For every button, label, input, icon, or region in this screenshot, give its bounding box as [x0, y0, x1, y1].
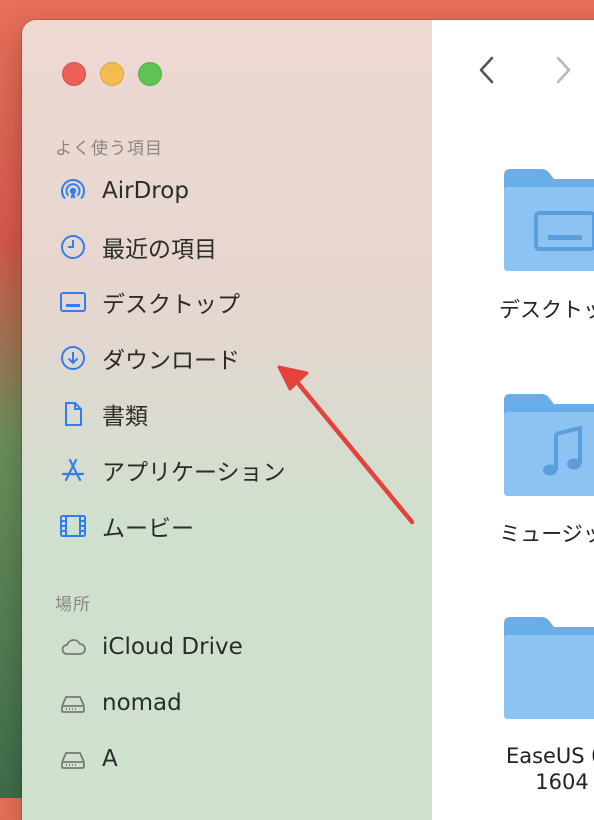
favorites-section-title: よく使う項目: [55, 139, 163, 159]
back-button[interactable]: [472, 50, 502, 90]
folder-label-desktop: デスクトップ: [499, 298, 594, 322]
sidebar-item-icloud-drive[interactable]: iCloud Drive: [58, 627, 243, 667]
sidebar-item-movies[interactable]: ムービー: [58, 506, 194, 546]
sidebar-item-label: ムービー: [102, 516, 194, 542]
sidebar-item-label: ダウンロード: [102, 348, 240, 374]
sidebar-item-recents[interactable]: 最近の項目: [58, 227, 217, 267]
folder-icon: [504, 617, 594, 719]
drive-icon: [58, 688, 88, 718]
folder-label-line: 1604: [535, 770, 589, 794]
desktop-icon: [58, 287, 88, 317]
close-button[interactable]: [62, 62, 86, 86]
sidebar-item-desktop[interactable]: デスクトップ: [58, 282, 240, 322]
airdrop-icon: [58, 176, 88, 206]
forward-button[interactable]: [548, 50, 578, 90]
sidebar-item-documents[interactable]: 書類: [58, 394, 148, 434]
desktop-folder-icon: [504, 169, 594, 271]
window-controls: [62, 62, 162, 86]
minimize-button[interactable]: [100, 62, 124, 86]
content-area: デスクトップ ミュージック EaseUS 03 1604: [432, 20, 594, 820]
sidebar-item-a[interactable]: A: [58, 739, 118, 779]
document-icon: [58, 399, 88, 429]
sidebar-item-applications[interactable]: アプリケーション: [58, 450, 286, 490]
drive-icon: [58, 744, 88, 774]
sidebar-item-label: 書類: [102, 404, 148, 430]
sidebar-item-label: 最近の項目: [102, 237, 217, 263]
sidebar-item-label: アプリケーション: [102, 460, 286, 486]
music-folder-icon: [504, 394, 594, 496]
zoom-button[interactable]: [138, 62, 162, 86]
folder-desktop[interactable]: [500, 165, 594, 275]
folder-music[interactable]: [500, 390, 594, 500]
applications-icon: [58, 455, 88, 485]
locations-section-title: 場所: [55, 595, 91, 615]
chevron-right-icon: [556, 56, 571, 84]
sidebar-item-label: デスクトップ: [102, 292, 240, 318]
download-icon: [58, 343, 88, 373]
chevron-left-icon: [479, 56, 494, 84]
finder-window: よく使う項目 AirDrop 最近の項目 デスクトップ ダウンロード 書類 アプ…: [22, 20, 594, 820]
sidebar-item-label: iCloud Drive: [102, 634, 243, 660]
folder-label-music: ミュージック: [499, 522, 594, 546]
cloud-icon: [58, 632, 88, 662]
sidebar-item-label: nomad: [102, 690, 182, 716]
folder-easeus[interactable]: [500, 613, 594, 723]
sidebar-item-label: AirDrop: [102, 178, 189, 204]
sidebar: よく使う項目 AirDrop 最近の項目 デスクトップ ダウンロード 書類 アプ…: [22, 20, 433, 820]
folder-label-line: EaseUS 03: [505, 744, 594, 768]
navigation-buttons: [472, 50, 578, 90]
sidebar-item-nomad[interactable]: nomad: [58, 683, 182, 723]
film-icon: [58, 511, 88, 541]
clock-icon: [58, 232, 88, 262]
folder-label-easeus: EaseUS 03 1604: [472, 743, 594, 795]
sidebar-item-airdrop[interactable]: AirDrop: [58, 171, 189, 211]
sidebar-item-downloads[interactable]: ダウンロード: [58, 338, 240, 378]
sidebar-item-label: A: [102, 746, 118, 772]
